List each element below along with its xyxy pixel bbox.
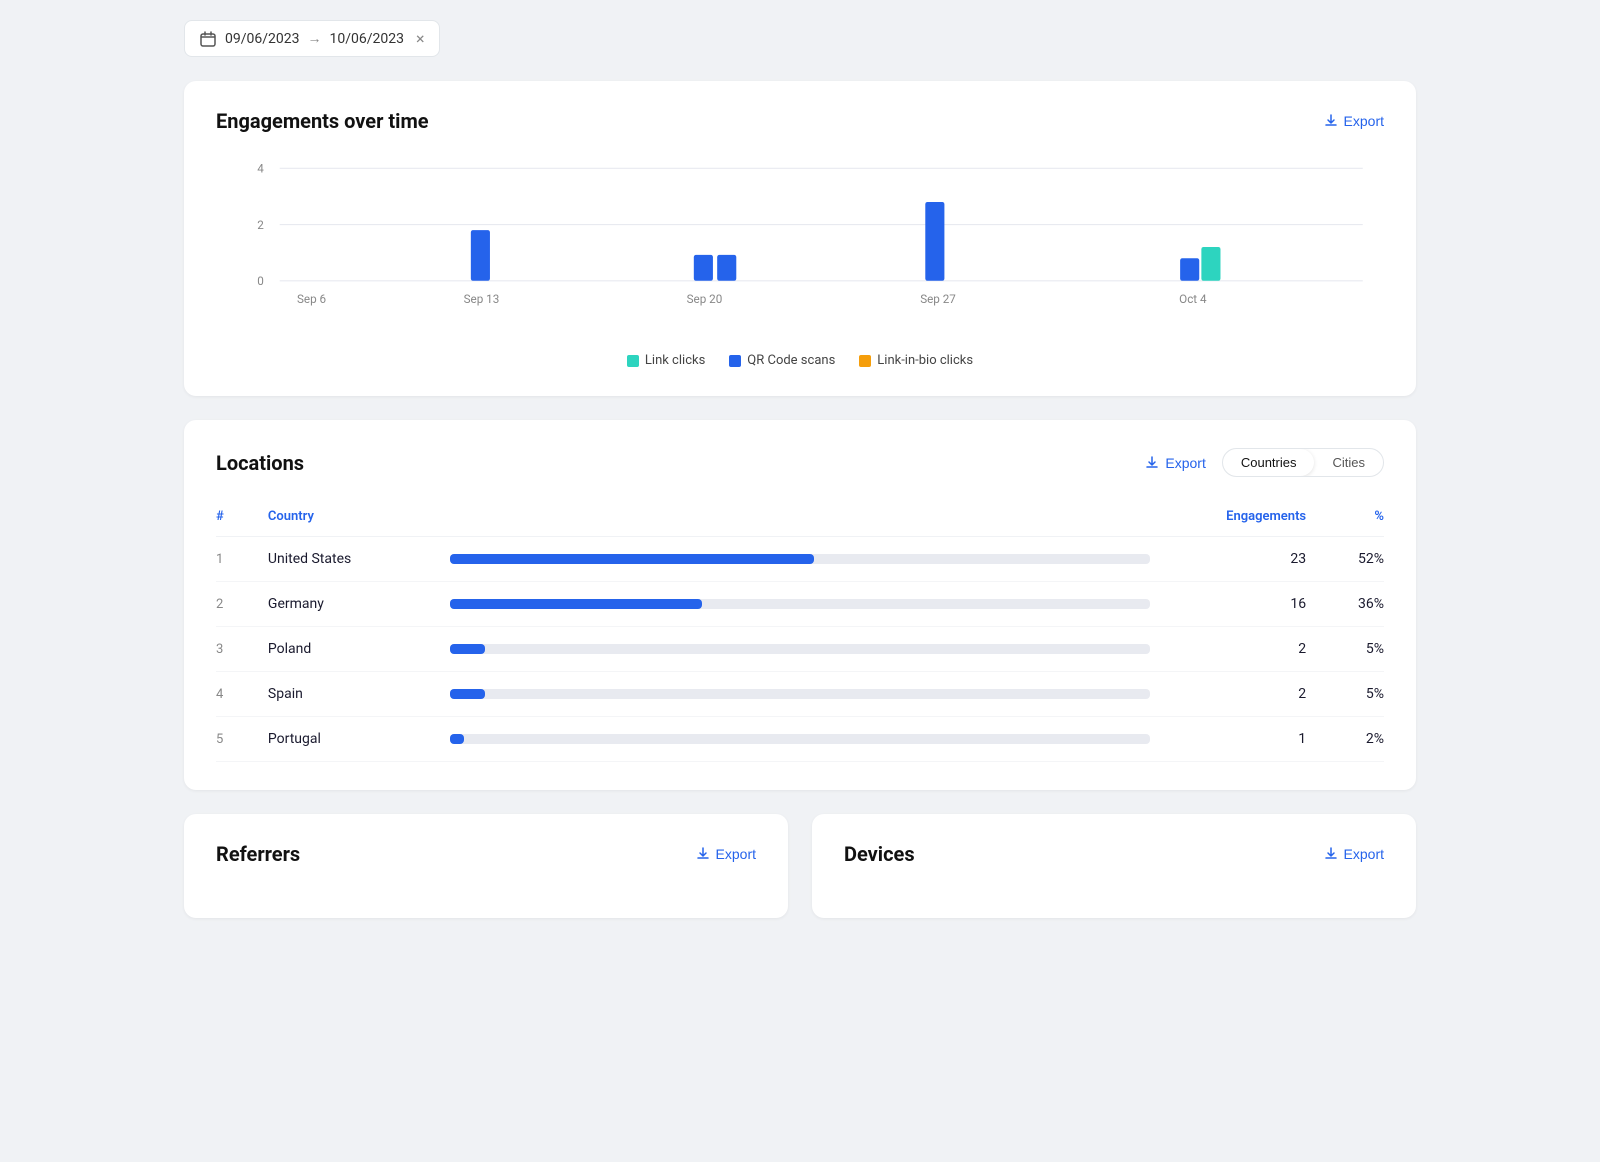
legend-qr-scans: QR Code scans xyxy=(729,353,835,368)
bottom-section: Referrers Export Devices Export xyxy=(184,814,1416,918)
progress-track xyxy=(450,644,1151,654)
svg-text:Oct 4: Oct 4 xyxy=(1179,292,1207,306)
row-percent: 2% xyxy=(1306,717,1384,762)
col-engagements: Engagements xyxy=(1150,501,1306,537)
progress-fill xyxy=(450,554,814,564)
date-filter[interactable]: 09/06/2023 → 10/06/2023 × xyxy=(184,20,440,57)
progress-track xyxy=(450,554,1151,564)
calendar-icon xyxy=(199,30,217,48)
row-engagements: 23 xyxy=(1150,537,1306,582)
col-country: Country xyxy=(268,501,450,537)
row-bar xyxy=(450,627,1151,672)
arrow-icon: → xyxy=(308,30,322,47)
svg-text:4: 4 xyxy=(257,161,264,175)
chart-legend: Link clicks QR Code scans Link-in-bio cl… xyxy=(216,353,1384,368)
tab-countries[interactable]: Countries xyxy=(1223,449,1315,476)
download-icon-devices xyxy=(1324,847,1338,861)
locations-table: # Country Engagements % 1 United States … xyxy=(216,501,1384,762)
table-row: 4 Spain 2 5% xyxy=(216,672,1384,717)
row-bar xyxy=(450,672,1151,717)
end-date: 10/06/2023 xyxy=(330,31,405,47)
svg-text:Sep 20: Sep 20 xyxy=(687,292,723,306)
referrers-card: Referrers Export xyxy=(184,814,788,918)
progress-track xyxy=(450,599,1151,609)
devices-card: Devices Export xyxy=(812,814,1416,918)
engagements-export-button[interactable]: Export xyxy=(1324,113,1384,129)
row-rank: 2 xyxy=(216,582,268,627)
row-country: Spain xyxy=(268,672,450,717)
legend-dot-link-clicks xyxy=(627,355,639,367)
legend-bio-clicks: Link-in-bio clicks xyxy=(859,353,973,368)
devices-header: Devices Export xyxy=(844,842,1384,866)
progress-track xyxy=(450,689,1151,699)
locations-tab-group: Countries Cities xyxy=(1222,448,1384,477)
svg-text:0: 0 xyxy=(257,274,264,288)
locations-card: Locations Export Countries Cities # Co xyxy=(184,420,1416,790)
progress-fill xyxy=(450,689,485,699)
col-percent: % xyxy=(1306,501,1384,537)
engagements-card: Engagements over time Export 4 2 0 Sep 6 xyxy=(184,81,1416,396)
col-bar xyxy=(450,501,1151,537)
table-row: 5 Portugal 1 2% xyxy=(216,717,1384,762)
row-rank: 3 xyxy=(216,627,268,672)
row-rank: 5 xyxy=(216,717,268,762)
row-engagements: 2 xyxy=(1150,627,1306,672)
row-country: Poland xyxy=(268,627,450,672)
row-bar xyxy=(450,582,1151,627)
devices-export-button[interactable]: Export xyxy=(1324,846,1384,862)
svg-text:Sep 6: Sep 6 xyxy=(297,292,326,306)
col-hash: # xyxy=(216,501,268,537)
row-bar xyxy=(450,537,1151,582)
engagements-chart: 4 2 0 Sep 6 Sep 13 Sep 20 Sep 27 Oct 4 xyxy=(216,157,1384,337)
table-row: 2 Germany 16 36% xyxy=(216,582,1384,627)
progress-track xyxy=(450,734,1151,744)
progress-fill xyxy=(450,644,485,654)
table-row: 3 Poland 2 5% xyxy=(216,627,1384,672)
row-rank: 4 xyxy=(216,672,268,717)
svg-text:Sep 27: Sep 27 xyxy=(920,292,956,306)
row-engagements: 16 xyxy=(1150,582,1306,627)
row-country: Germany xyxy=(268,582,450,627)
clear-date-button[interactable]: × xyxy=(416,29,425,48)
engagements-title: Engagements over time xyxy=(216,109,429,133)
tab-cities[interactable]: Cities xyxy=(1314,449,1383,476)
progress-fill xyxy=(450,734,464,744)
table-row: 1 United States 23 52% xyxy=(216,537,1384,582)
row-engagements: 1 xyxy=(1150,717,1306,762)
row-percent: 36% xyxy=(1306,582,1384,627)
svg-text:Sep 13: Sep 13 xyxy=(464,292,500,306)
locations-export-button[interactable]: Export xyxy=(1145,455,1205,471)
engagements-header: Engagements over time Export xyxy=(216,109,1384,133)
legend-dot-bio-clicks xyxy=(859,355,871,367)
locations-title: Locations xyxy=(216,451,304,475)
download-icon-locations xyxy=(1145,456,1159,470)
referrers-title: Referrers xyxy=(216,842,300,866)
legend-dot-qr-scans xyxy=(729,355,741,367)
row-rank: 1 xyxy=(216,537,268,582)
progress-fill xyxy=(450,599,702,609)
row-percent: 52% xyxy=(1306,537,1384,582)
start-date: 09/06/2023 xyxy=(225,31,300,47)
legend-link-clicks: Link clicks xyxy=(627,353,705,368)
devices-title: Devices xyxy=(844,842,915,866)
row-country: Portugal xyxy=(268,717,450,762)
row-country: United States xyxy=(268,537,450,582)
row-percent: 5% xyxy=(1306,627,1384,672)
svg-text:2: 2 xyxy=(257,218,264,232)
referrers-export-button[interactable]: Export xyxy=(696,846,756,862)
locations-header: Locations Export Countries Cities xyxy=(216,448,1384,477)
row-percent: 5% xyxy=(1306,672,1384,717)
chart-svg: 4 2 0 Sep 6 Sep 13 Sep 20 Sep 27 Oct 4 xyxy=(216,157,1384,337)
download-icon xyxy=(1324,114,1338,128)
row-engagements: 2 xyxy=(1150,672,1306,717)
referrers-header: Referrers Export xyxy=(216,842,756,866)
download-icon-referrers xyxy=(696,847,710,861)
row-bar xyxy=(450,717,1151,762)
